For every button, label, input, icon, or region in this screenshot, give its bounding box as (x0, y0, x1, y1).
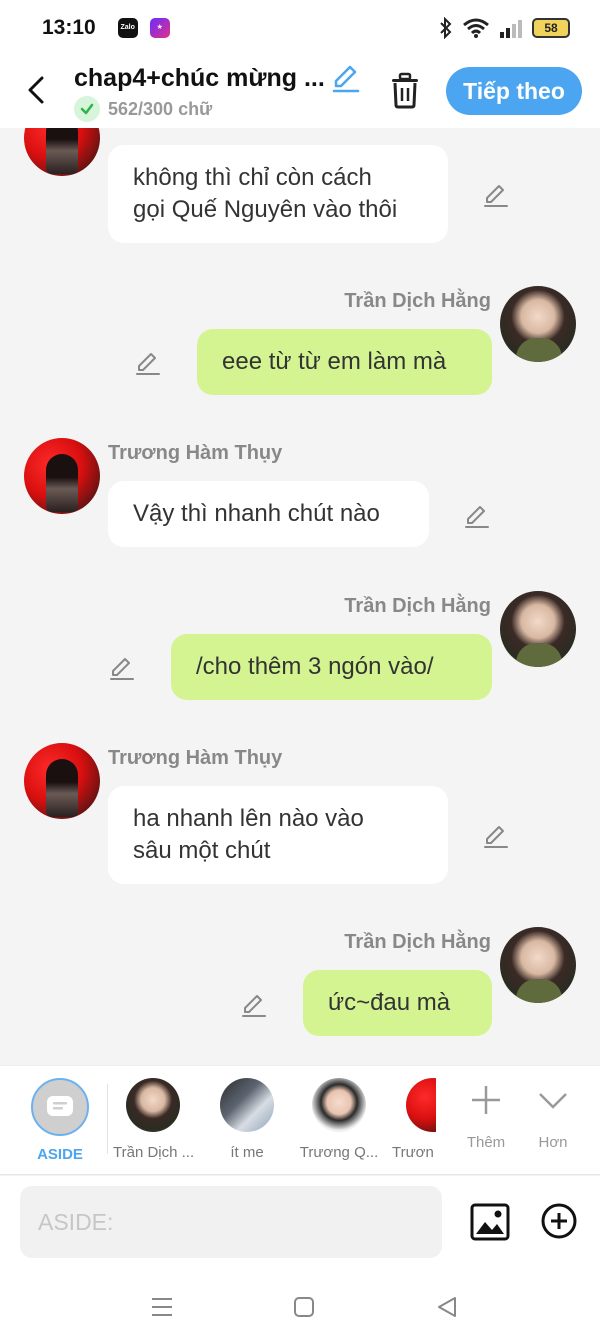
sender-name: Trương Hàm Thụy (108, 747, 283, 769)
sender-name: Trần Dịch Hằng (344, 931, 491, 953)
avatar-truong-ham-thuy[interactable] (24, 128, 100, 176)
character-avatar (312, 1078, 366, 1132)
character-truong[interactable]: Trươn (392, 1078, 436, 1161)
add-icon[interactable] (540, 1202, 578, 1240)
message-bubble[interactable]: eee từ từ em làm mà (197, 329, 492, 395)
avatar-tran-dich-hang[interactable] (500, 591, 576, 667)
trash-icon[interactable] (386, 70, 424, 110)
add-character-label: Thêm (466, 1134, 506, 1151)
message-text: ức~đau mà (328, 989, 451, 1016)
aside-input[interactable] (20, 1186, 442, 1258)
chat-area[interactable]: không thì chỉ còn cách gọi Quế Nguyên và… (0, 128, 600, 1065)
menu-icon[interactable] (149, 1294, 175, 1320)
message-bubble[interactable]: không thì chỉ còn cách gọi Quế Nguyên và… (108, 145, 448, 243)
avatar-tran-dich-hang[interactable] (500, 286, 576, 362)
message-text: không thì chỉ còn cách (133, 164, 372, 191)
message-bubble[interactable]: Vậy thì nhanh chút nào (108, 481, 429, 547)
character-label: ít me (230, 1144, 264, 1161)
sender-name: Trần Dịch Hằng (344, 595, 491, 617)
expand-characters-button[interactable]: Hơn (523, 1084, 583, 1151)
character-avatar (126, 1078, 180, 1132)
sender-name: Trương Hàm Thụy (108, 442, 283, 464)
avatar-truong-ham-thuy[interactable] (24, 438, 100, 514)
status-bar: 13:10 Zalo ★ 58 (0, 0, 600, 56)
bluetooth-icon (440, 17, 452, 39)
aside-icon (31, 1078, 89, 1136)
edit-message-icon[interactable] (482, 181, 510, 209)
chevron-down-icon (539, 1093, 567, 1109)
character-tran-dich-hang[interactable]: Trần Dịch ... (113, 1078, 193, 1161)
zalo-icon: Zalo (117, 18, 138, 38)
navigation-bar (0, 1276, 600, 1343)
message-text: ha nhanh lên nào vào (133, 805, 364, 832)
character-selector: ASIDE Trần Dịch ... ít me Trương Q... Tr… (0, 1065, 600, 1175)
home-icon[interactable] (291, 1294, 317, 1320)
word-count: 562/300 chữ (74, 96, 212, 122)
sender-name: Trần Dịch Hằng (344, 290, 491, 312)
check-icon (74, 96, 100, 122)
signal-icon (500, 20, 522, 38)
message-bubble[interactable]: ức~đau mà (303, 970, 492, 1036)
back-icon[interactable] (22, 70, 52, 110)
aside-label: ASIDE (37, 1146, 83, 1163)
message-text: Vậy thì nhanh chút nào (133, 500, 380, 527)
edit-message-icon[interactable] (240, 991, 268, 1019)
message-bubble[interactable]: ha nhanh lên nào vào sâu một chút (108, 786, 448, 884)
edit-message-icon[interactable] (463, 502, 491, 530)
wifi-icon (463, 18, 489, 38)
character-label: Trương Q... (299, 1144, 379, 1161)
edit-title-icon[interactable] (330, 62, 362, 94)
avatar-tran-dich-hang[interactable] (500, 927, 576, 1003)
character-label: Trần Dịch ... (113, 1144, 193, 1161)
chat-title[interactable]: chap4+chúc mừng ... (74, 64, 325, 93)
word-count-text: 562/300 chữ (108, 98, 213, 119)
character-it-me[interactable]: ít me (207, 1078, 287, 1161)
plus-icon (472, 1086, 500, 1114)
image-icon[interactable] (470, 1202, 510, 1242)
divider (107, 1084, 108, 1154)
avatar-truong-ham-thuy[interactable] (24, 743, 100, 819)
add-character-button[interactable]: Thêm (456, 1084, 516, 1151)
edit-message-icon[interactable] (134, 349, 162, 377)
character-aside[interactable]: ASIDE (20, 1078, 100, 1163)
edit-message-icon[interactable] (108, 654, 136, 682)
next-button[interactable]: Tiếp theo (446, 67, 582, 115)
edit-message-icon[interactable] (482, 822, 510, 850)
chat-header: chap4+chúc mừng ... 562/300 chữ Tiếp the… (0, 56, 600, 128)
character-avatar (220, 1078, 274, 1132)
status-indicators: 58 (438, 17, 570, 39)
battery-indicator: 58 (532, 18, 570, 38)
status-time: 13:10 (42, 16, 96, 39)
expand-characters-label: Hơn (538, 1134, 568, 1151)
message-text: sâu một chút (133, 837, 271, 864)
message-text: gọi Quế Nguyên vào thôi (133, 196, 398, 223)
message-text: /cho thêm 3 ngón vào/ (196, 653, 434, 680)
message-bubble[interactable]: /cho thêm 3 ngón vào/ (171, 634, 492, 700)
input-area (0, 1176, 600, 1276)
character-avatar (406, 1078, 436, 1132)
back-nav-icon[interactable] (434, 1294, 460, 1320)
star-app-icon: ★ (149, 18, 170, 38)
message-text: eee từ từ em làm mà (222, 348, 447, 375)
character-truong-q[interactable]: Trương Q... (297, 1078, 381, 1161)
character-label: Trươn (392, 1144, 434, 1161)
